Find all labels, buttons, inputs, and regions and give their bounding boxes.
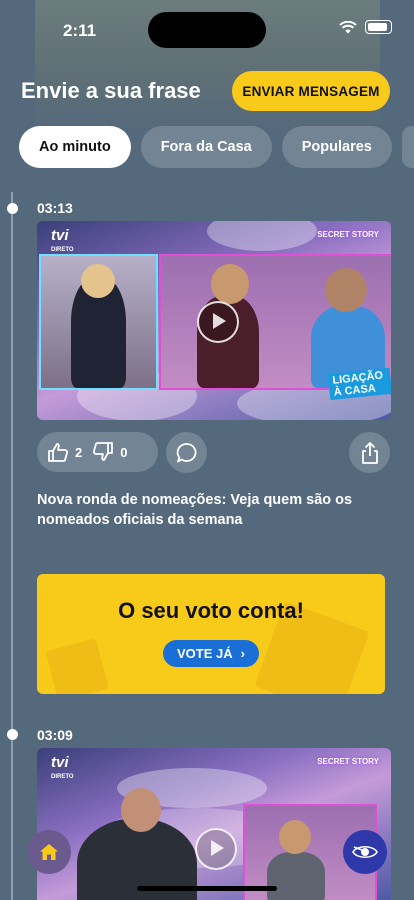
share-icon bbox=[361, 441, 378, 464]
channel-logo: tvi DIRETO bbox=[51, 754, 74, 780]
vote-now-button[interactable]: VOTE JÁ › bbox=[163, 640, 259, 667]
vote-now-label: VOTE JÁ bbox=[177, 646, 233, 661]
show-logo: SECRET STORY bbox=[317, 230, 379, 239]
video-thumbnail[interactable]: tvi DIRETO SECRET STORY bbox=[37, 748, 391, 900]
wifi-icon bbox=[339, 20, 357, 33]
home-indicator bbox=[137, 886, 277, 891]
battery-icon bbox=[365, 20, 392, 34]
like-count: 2 bbox=[75, 444, 83, 460]
studio-panel bbox=[39, 254, 158, 390]
entry-time: 03:13 bbox=[37, 200, 73, 216]
timeline-dot bbox=[7, 729, 18, 740]
share-button[interactable] bbox=[349, 432, 390, 473]
chevron-right-icon: › bbox=[240, 646, 245, 661]
comment-button[interactable] bbox=[166, 432, 207, 473]
play-icon[interactable] bbox=[195, 828, 237, 870]
thumbs-up-icon[interactable] bbox=[47, 442, 69, 462]
entry-headline[interactable]: Nova ronda de nomeações: Veja quem são o… bbox=[37, 490, 367, 530]
tab-ao-minuto[interactable]: Ao minuto bbox=[19, 126, 131, 168]
reaction-bar: 2 0 bbox=[37, 432, 391, 474]
category-tabs: Ao minuto Fora da Casa Populares bbox=[19, 126, 414, 168]
tab-fora-da-casa[interactable]: Fora da Casa bbox=[140, 126, 272, 168]
thumbs-down-icon[interactable] bbox=[92, 442, 114, 462]
home-button[interactable] bbox=[27, 830, 71, 874]
dynamic-island bbox=[148, 12, 266, 48]
send-message-button[interactable]: ENVIAR MENSAGEM bbox=[232, 71, 390, 111]
home-icon bbox=[40, 844, 58, 860]
guests-panel bbox=[159, 254, 391, 390]
show-logo: SECRET STORY bbox=[317, 757, 379, 766]
video-thumbnail[interactable]: tvi DIRETO SECRET STORY LIGAÇÃO À CASA bbox=[37, 221, 391, 420]
vote-banner[interactable]: O seu voto conta! VOTE JÁ › bbox=[37, 574, 385, 694]
status-bar: 2:11 bbox=[0, 0, 414, 60]
tab-populares[interactable]: Populares bbox=[281, 126, 392, 168]
tab-more[interactable] bbox=[401, 126, 414, 168]
comment-icon bbox=[176, 442, 196, 462]
timeline-dot bbox=[7, 203, 18, 214]
dislike-count: 0 bbox=[120, 444, 128, 460]
status-icons bbox=[339, 20, 392, 34]
eye-button[interactable] bbox=[343, 830, 387, 874]
status-time: 2:11 bbox=[63, 21, 97, 40]
vote-title: O seu voto conta! bbox=[118, 598, 304, 623]
page-title: Envie a sua frase bbox=[21, 78, 201, 103]
entry-time: 03:09 bbox=[37, 727, 73, 743]
channel-logo: tvi DIRETO bbox=[51, 227, 74, 253]
eye-icon bbox=[352, 845, 378, 859]
like-dislike-group: 2 0 bbox=[37, 432, 158, 472]
timeline-line bbox=[11, 192, 13, 900]
play-icon[interactable] bbox=[197, 301, 239, 343]
